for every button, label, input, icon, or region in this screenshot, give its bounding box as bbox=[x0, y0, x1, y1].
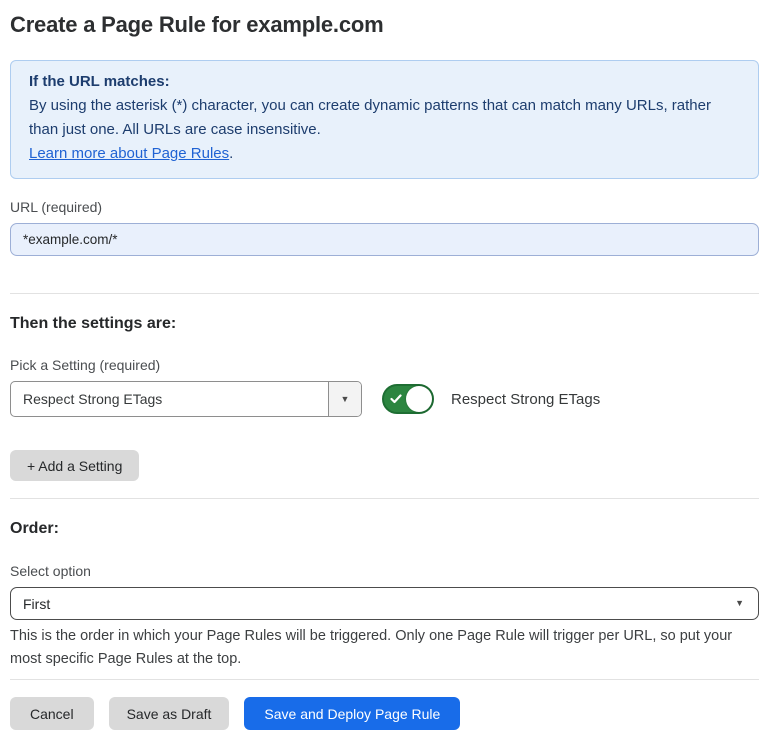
footer-actions: Cancel Save as Draft Save and Deploy Pag… bbox=[10, 697, 759, 730]
page-title: Create a Page Rule for example.com bbox=[10, 12, 759, 38]
info-box-heading: If the URL matches: bbox=[29, 70, 740, 94]
chevron-down-icon: ▼ bbox=[341, 395, 350, 404]
add-setting-button[interactable]: + Add a Setting bbox=[10, 450, 139, 481]
order-section-heading: Order: bbox=[10, 520, 759, 538]
info-box-link-line: Learn more about Page Rules. bbox=[29, 142, 740, 166]
setting-select-arrow-button[interactable]: ▼ bbox=[328, 382, 361, 416]
etags-toggle[interactable] bbox=[382, 384, 434, 414]
divider bbox=[10, 498, 759, 499]
cancel-button[interactable]: Cancel bbox=[10, 697, 94, 730]
url-input[interactable] bbox=[10, 223, 759, 256]
settings-section-heading: Then the settings are: bbox=[10, 315, 759, 333]
order-select-label: Select option bbox=[10, 563, 759, 579]
divider bbox=[10, 679, 759, 680]
toggle-label: Respect Strong ETags bbox=[451, 391, 600, 408]
save-deploy-button[interactable]: Save and Deploy Page Rule bbox=[244, 697, 460, 730]
order-helper-text: This is the order in which your Page Rul… bbox=[10, 625, 759, 671]
setting-select[interactable]: Respect Strong ETags ▼ bbox=[10, 381, 362, 417]
learn-more-link[interactable]: Learn more about Page Rules bbox=[29, 145, 229, 162]
url-field-label: URL (required) bbox=[10, 199, 759, 215]
save-draft-button[interactable]: Save as Draft bbox=[109, 697, 230, 730]
chevron-down-icon: ▼ bbox=[735, 599, 744, 608]
url-match-info-box: If the URL matches: By using the asteris… bbox=[10, 60, 759, 179]
order-select-value: First bbox=[23, 596, 735, 612]
toggle-knob[interactable] bbox=[406, 386, 432, 412]
info-box-body: By using the asterisk (*) character, you… bbox=[29, 94, 740, 142]
check-icon bbox=[390, 393, 402, 405]
setting-row: Respect Strong ETags ▼ Respect Strong ET… bbox=[10, 381, 759, 417]
pick-setting-label: Pick a Setting (required) bbox=[10, 357, 759, 373]
order-select[interactable]: First ▼ bbox=[10, 587, 759, 620]
setting-select-value: Respect Strong ETags bbox=[11, 382, 328, 416]
link-suffix: . bbox=[229, 145, 233, 162]
divider bbox=[10, 293, 759, 294]
